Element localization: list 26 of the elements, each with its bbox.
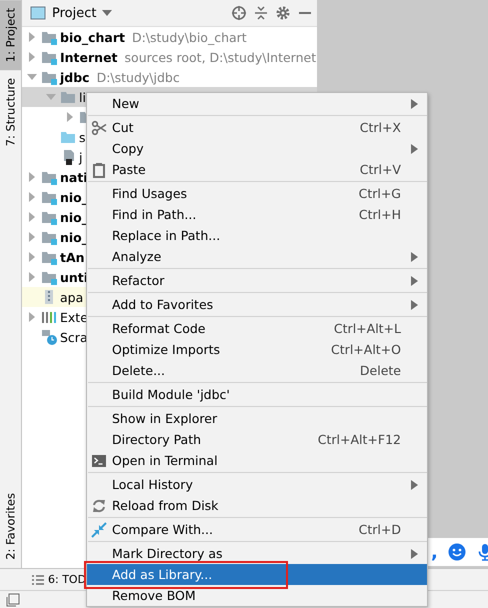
shortcut-label: Ctrl+X bbox=[360, 120, 401, 135]
tree-label: apa bbox=[60, 290, 84, 304]
shortcut-label: Ctrl+V bbox=[360, 162, 401, 177]
shortcut-label: Ctrl+Alt+L bbox=[334, 321, 401, 336]
tree-label: li bbox=[79, 90, 86, 104]
shortcut-label: Delete bbox=[360, 363, 401, 378]
shortcut-label: Ctrl+Alt+O bbox=[331, 342, 401, 357]
path-label: D:\study\jdbc bbox=[96, 70, 180, 84]
tree-label: Scra bbox=[60, 330, 88, 344]
tree-label: nio_ bbox=[60, 210, 88, 224]
tree-label: nio_ bbox=[60, 230, 88, 244]
chat-text: , bbox=[431, 542, 438, 562]
tree-label: s bbox=[79, 130, 86, 144]
shortcut-label: Ctrl+Alt+F12 bbox=[318, 432, 401, 447]
path-label: sources root, D:\study\Internet bbox=[124, 50, 316, 64]
shortcut-label: Ctrl+H bbox=[358, 207, 401, 222]
tree-label: bio_chart bbox=[60, 30, 125, 44]
tree-label: j bbox=[79, 150, 82, 164]
tree-label: jdbc bbox=[60, 70, 90, 84]
tree-label: Internet bbox=[60, 50, 118, 64]
tree-label: tAn bbox=[60, 250, 85, 264]
tree-label: nio_ bbox=[60, 190, 88, 204]
tree-label: nati bbox=[60, 170, 88, 184]
path-label: D:\study\bio_chart bbox=[132, 30, 247, 44]
shortcut-label: Ctrl+D bbox=[358, 522, 401, 537]
shortcut-label: Ctrl+G bbox=[358, 186, 401, 201]
